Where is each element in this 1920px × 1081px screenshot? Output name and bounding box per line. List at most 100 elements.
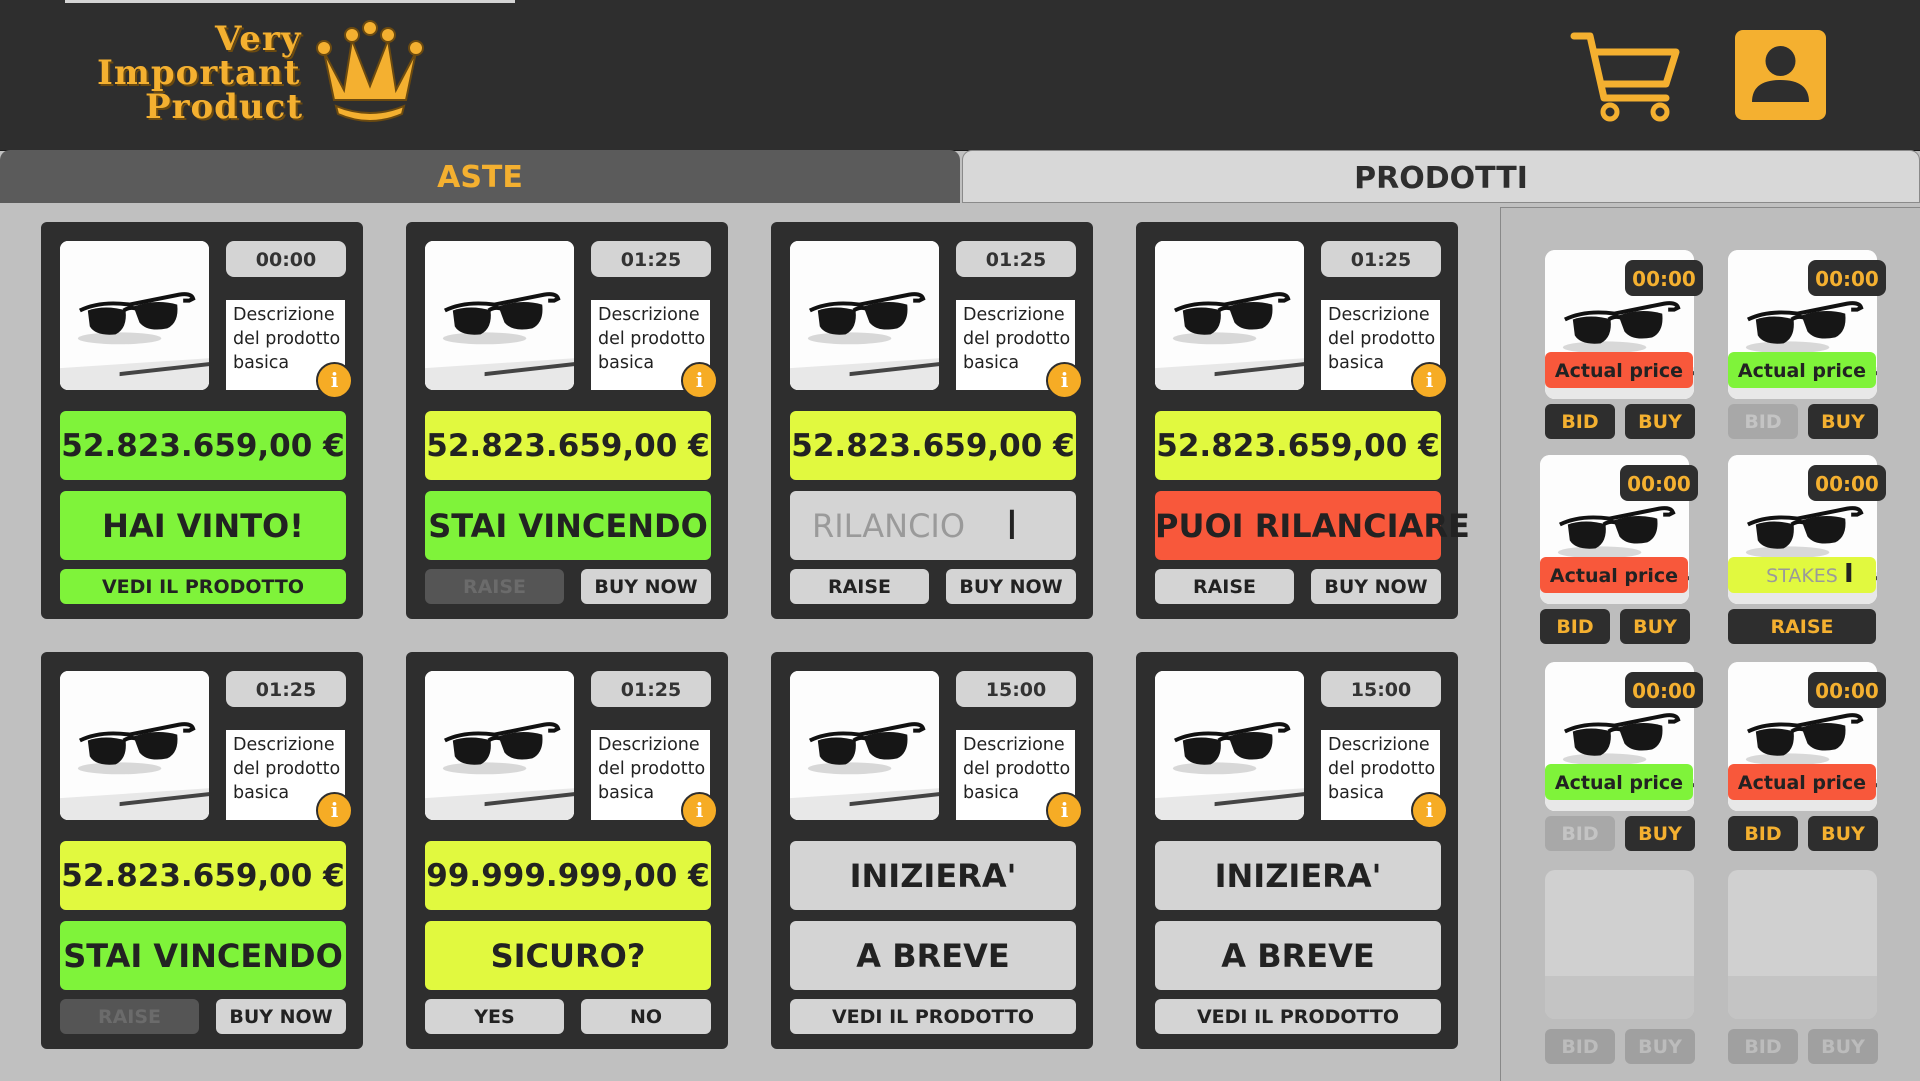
- cart-icon[interactable]: [1570, 28, 1682, 124]
- info-icon[interactable]: i: [681, 362, 718, 399]
- user-icon: [1752, 46, 1809, 102]
- view-product-button[interactable]: VEDI IL PRODOTTO: [1155, 999, 1441, 1034]
- yes-button[interactable]: YES: [425, 999, 564, 1034]
- auction-status: HAI VINTO!: [60, 491, 346, 560]
- info-icon[interactable]: i: [1411, 792, 1448, 829]
- side-buy-button[interactable]: BUY: [1808, 404, 1878, 439]
- auction-card: 01:25 Descrizione del prodotto basica i 52.82…: [1136, 222, 1470, 619]
- description-line: Descrizione: [963, 305, 1065, 325]
- side-actual-price: Actual price: [1545, 764, 1693, 800]
- side-product-timer: 00:00: [1625, 260, 1703, 296]
- product-thumbnail[interactable]: [1155, 241, 1304, 390]
- side-bid-button[interactable]: BID: [1545, 1029, 1615, 1064]
- side-bid-button[interactable]: BID: [1545, 404, 1615, 439]
- side-buy-button[interactable]: BUY: [1625, 816, 1695, 851]
- side-buy-button[interactable]: BUY: [1808, 1029, 1878, 1064]
- side-actual-price: Actual price: [1545, 352, 1693, 388]
- auction-timer: 01:25: [591, 241, 711, 277]
- user-account-button[interactable]: [1735, 30, 1826, 120]
- raise-button[interactable]: RAISE: [60, 999, 199, 1034]
- auction-card: 01:25 Descrizione del prodotto basica i 52.82…: [771, 222, 1093, 619]
- logo-line-product: Product: [145, 87, 304, 127]
- product-thumbnail[interactable]: [60, 241, 209, 390]
- side-actual-price: Actual price: [1728, 352, 1876, 388]
- side-empty-slot-footer: [1728, 976, 1877, 1019]
- description-line: Descrizione: [1328, 305, 1430, 325]
- current-price: 99.999.999,00 €: [425, 841, 711, 910]
- stakes-placeholder: STAKES: [1766, 565, 1838, 587]
- side-buy-button[interactable]: BUY: [1808, 816, 1878, 851]
- auction-timer: 15:00: [956, 671, 1076, 707]
- raise-input-placeholder: RILANCIO: [812, 507, 966, 545]
- auction-status: STAI VINCENDO: [60, 921, 346, 990]
- description-line: del prodotto: [963, 759, 1071, 779]
- sunglasses-image: [1155, 241, 1304, 390]
- auction-card: 01:25 Descrizione del prodotto basica i 52.82…: [41, 652, 363, 1049]
- sunglasses-image: [1155, 671, 1304, 820]
- description-line: Descrizione: [598, 735, 700, 755]
- side-buy-button[interactable]: BUY: [1625, 404, 1695, 439]
- description-line: del prodotto: [598, 759, 706, 779]
- raise-amount-input[interactable]: RILANCIO I: [790, 491, 1076, 560]
- text-cursor-icon: I: [1006, 503, 1018, 549]
- description-line: del prodotto: [598, 329, 706, 349]
- auction-status: SICURO?: [425, 921, 711, 990]
- tab-prodotti[interactable]: PRODOTTI: [962, 150, 1920, 203]
- side-buy-button[interactable]: BUY: [1620, 609, 1690, 644]
- side-bid-button[interactable]: BID: [1545, 816, 1615, 851]
- side-bid-button[interactable]: BID: [1728, 1029, 1798, 1064]
- info-icon[interactable]: i: [681, 792, 718, 829]
- no-button[interactable]: NO: [581, 999, 711, 1034]
- info-icon[interactable]: i: [1046, 362, 1083, 399]
- buy-now-button[interactable]: BUY NOW: [946, 569, 1076, 604]
- product-thumbnail[interactable]: [1155, 671, 1304, 820]
- info-icon[interactable]: i: [1411, 362, 1448, 399]
- product-thumbnail[interactable]: [425, 671, 574, 820]
- side-product-timer: 00:00: [1625, 672, 1703, 708]
- sunglasses-image: [60, 671, 209, 820]
- auction-timer: 01:25: [1321, 241, 1441, 277]
- logo[interactable]: Very Important Product: [95, 20, 435, 130]
- view-product-button[interactable]: VEDI IL PRODOTTO: [790, 999, 1076, 1034]
- auction-status: PUOI RILANCIARE: [1155, 491, 1470, 560]
- product-thumbnail[interactable]: [790, 241, 939, 390]
- side-raise-button[interactable]: RAISE: [1728, 609, 1876, 644]
- side-buy-button[interactable]: BUY: [1625, 1029, 1695, 1064]
- info-icon[interactable]: i: [316, 792, 353, 829]
- side-bid-button[interactable]: BID: [1728, 816, 1798, 851]
- description-line: del prodotto: [233, 329, 341, 349]
- auction-card: 15:00 Descrizione del prodotto basica i INIZI…: [1136, 652, 1458, 1049]
- buy-now-button[interactable]: BUY NOW: [581, 569, 711, 604]
- current-price: 52.823.659,00 €: [1155, 411, 1441, 480]
- side-bid-button[interactable]: BID: [1540, 609, 1610, 644]
- buy-now-button[interactable]: BUY NOW: [1311, 569, 1441, 604]
- product-thumbnail[interactable]: [60, 671, 209, 820]
- view-product-button[interactable]: VEDI IL PRODOTTO: [60, 569, 346, 604]
- current-price: 52.823.659,00 €: [425, 411, 711, 480]
- auction-card: 00:00 Descrizione del prodotto basica i 52.82…: [41, 222, 363, 619]
- product-thumbnail[interactable]: [790, 671, 939, 820]
- description-line: del prodotto: [963, 329, 1071, 349]
- auction-card: 01:25 Descrizione del prodotto basica i 99.99…: [406, 652, 728, 1049]
- side-bid-button[interactable]: BID: [1728, 404, 1798, 439]
- buy-now-button[interactable]: BUY NOW: [216, 999, 346, 1034]
- sunglasses-image: [425, 241, 574, 390]
- raise-button[interactable]: RAISE: [1155, 569, 1294, 604]
- header-tab-strip: [65, 0, 515, 3]
- description-line: del prodotto: [1328, 329, 1436, 349]
- auction-status: A BREVE: [1155, 921, 1441, 990]
- auction-card: 15:00 Descrizione del prodotto basica i INIZI…: [771, 652, 1093, 1049]
- text-cursor-icon: I: [1844, 559, 1854, 589]
- tab-aste[interactable]: ASTE: [0, 150, 960, 203]
- sunglasses-image: [790, 241, 939, 390]
- product-thumbnail[interactable]: [425, 241, 574, 390]
- raise-button[interactable]: RAISE: [425, 569, 564, 604]
- info-icon[interactable]: i: [1046, 792, 1083, 829]
- description-line: del prodotto: [1328, 759, 1436, 779]
- stakes-input[interactable]: STAKES I: [1728, 557, 1876, 593]
- raise-button[interactable]: RAISE: [790, 569, 929, 604]
- side-actual-price: Actual price: [1540, 557, 1688, 593]
- side-product-timer: 00:00: [1808, 465, 1886, 501]
- logo-line-important: Important: [97, 53, 301, 93]
- info-icon[interactable]: i: [316, 362, 353, 399]
